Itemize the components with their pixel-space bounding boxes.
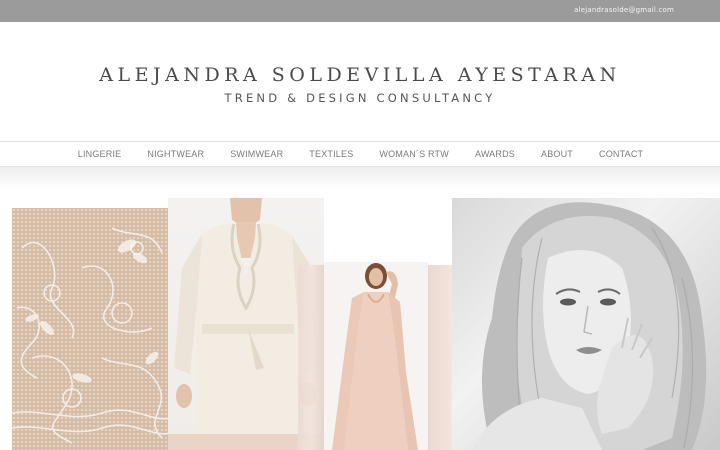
nav-item-contact[interactable]: CONTACT [598,149,643,159]
nav-shadow [0,167,720,189]
top-bar: alejandrasolde@gmail.com [0,0,720,22]
lace-pattern [12,227,170,444]
hero-collage [0,190,720,450]
nav-item-lingerie[interactable]: LINGERIE [77,149,122,159]
brand-name[interactable]: ALEJANDRA SOLDEVILLA AYESTARAN [0,64,720,86]
lace-swatch-image[interactable] [12,208,170,450]
nav-item-nightwear[interactable]: NIGHTWEAR [146,149,204,159]
nav-item-about[interactable]: ABOUT [540,149,573,159]
email-link[interactable]: alejandrasolde@gmail.com [574,6,674,14]
blush-gown-photo[interactable] [324,262,428,450]
nav-item-womans-rtw[interactable]: WOMAN´S RTW [378,149,449,159]
blush-fabric-strip [298,265,324,450]
brand-header: ALEJANDRA SOLDEVILLA AYESTARAN TREND & D… [0,22,720,142]
gown-figure [332,263,418,450]
main-nav: LINGERIE NIGHTWEAR SWIMWEAR TEXTILES WOM… [0,141,720,167]
brand-tagline: TREND & DESIGN CONSULTANCY [224,91,496,105]
nav-item-swimwear[interactable]: SWIMWEAR [229,149,283,159]
blonde-portrait-photo[interactable] [452,198,720,450]
nav-item-textiles[interactable]: TEXTILES [308,149,353,159]
nav-item-awards[interactable]: AWARDS [474,149,515,159]
portrait-figure [472,202,707,450]
